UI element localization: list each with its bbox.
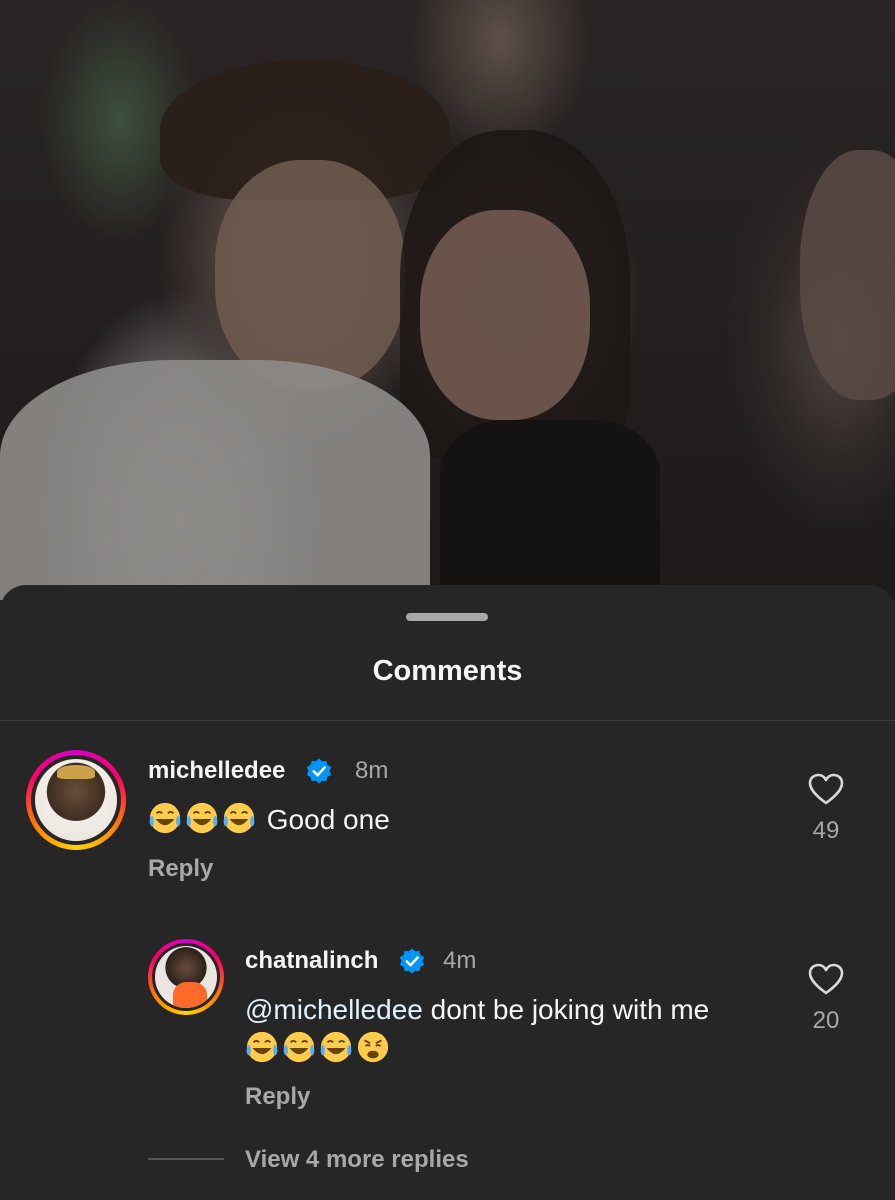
post-photo	[0, 0, 895, 600]
avatar-story-ring[interactable]	[148, 939, 224, 1015]
comment-body: Good one	[266, 804, 390, 835]
verified-badge-icon	[306, 758, 332, 784]
laughing-crying-emoji-icon	[320, 1031, 352, 1063]
username[interactable]: chatnalinch	[245, 947, 378, 975]
drag-handle[interactable]	[406, 613, 488, 621]
mention-link[interactable]: @michelledee	[245, 994, 423, 1025]
reply-button[interactable]: Reply	[245, 1083, 310, 1111]
view-more-replies-button[interactable]: View 4 more replies	[245, 1146, 469, 1174]
username[interactable]: michelledee	[148, 757, 285, 785]
comment-text: @michelledee dont be joking with me	[245, 990, 745, 1068]
avatar	[35, 759, 117, 841]
heart-icon[interactable]	[807, 962, 845, 996]
photo-shape	[440, 420, 660, 600]
photo-shape	[0, 360, 430, 600]
laughing-crying-emoji-icon	[283, 1031, 315, 1063]
heart-icon[interactable]	[807, 772, 845, 806]
comment-text: Good one	[148, 800, 748, 839]
emoji-group	[245, 1031, 393, 1064]
photo-shape	[800, 150, 895, 400]
reply-button[interactable]: Reply	[148, 855, 213, 883]
sheet-title: Comments	[372, 655, 523, 687]
divider	[0, 720, 895, 721]
comment-time: 8m	[355, 757, 389, 784]
avatar-story-ring[interactable]	[26, 750, 126, 850]
laughing-crying-emoji-icon	[149, 802, 181, 834]
replies-divider-line	[148, 1158, 224, 1160]
laughing-crying-emoji-icon	[223, 802, 255, 834]
avatar	[155, 946, 217, 1008]
emoji-group	[148, 802, 267, 835]
weary-face-emoji-icon	[357, 1031, 389, 1063]
comments-sheet: Comments michelledee 8m Good one Reply 4…	[0, 585, 895, 1200]
comment-body: dont be joking with me	[430, 994, 710, 1025]
photo-shape	[215, 160, 405, 390]
avatar-border	[31, 755, 121, 845]
like-count: 49	[812, 817, 840, 844]
comment-time: 4m	[443, 947, 477, 974]
laughing-crying-emoji-icon	[246, 1031, 278, 1063]
photo-shape	[420, 210, 590, 420]
avatar-detail	[57, 765, 95, 779]
laughing-crying-emoji-icon	[186, 802, 218, 834]
verified-badge-icon	[399, 948, 425, 974]
avatar-border	[152, 943, 220, 1011]
like-count: 20	[812, 1007, 840, 1034]
avatar-detail	[173, 982, 207, 1008]
